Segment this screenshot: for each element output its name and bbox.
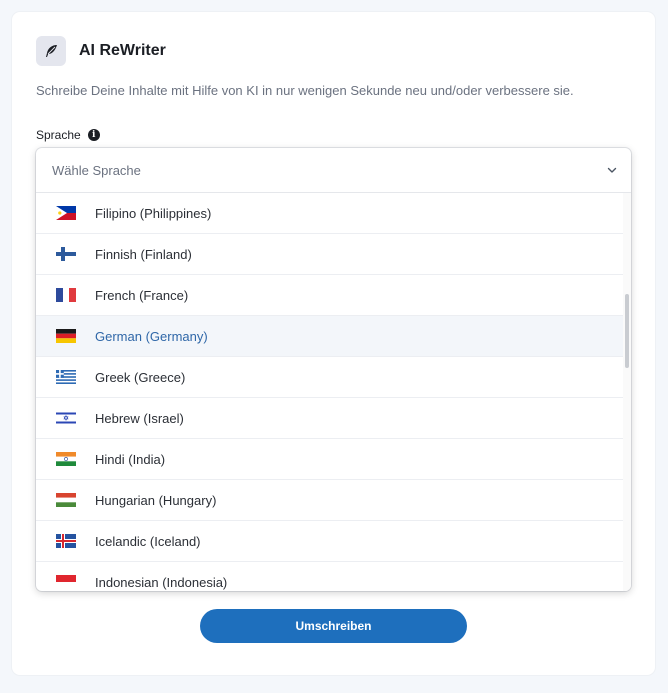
- hungary-flag-icon: [56, 493, 76, 507]
- germany-flag-icon: [56, 329, 76, 343]
- option-german[interactable]: German (Germany): [36, 316, 631, 357]
- option-hungarian[interactable]: Hungarian (Hungary): [36, 480, 631, 521]
- quill-icon: [36, 36, 66, 66]
- option-label: Icelandic (Iceland): [95, 533, 201, 549]
- philippines-flag-icon: [56, 206, 76, 220]
- indonesia-flag-icon: [56, 575, 76, 589]
- option-indonesian[interactable]: Indonesian (Indonesia): [36, 562, 631, 591]
- info-icon[interactable]: i: [87, 129, 100, 141]
- language-field-label: Sprache i: [36, 128, 100, 142]
- language-options-list[interactable]: Filipino (Philippines) Finnish (Finland)…: [36, 193, 631, 591]
- option-filipino[interactable]: Filipino (Philippines): [36, 193, 631, 234]
- options-scrollbar-thumb[interactable]: [625, 294, 629, 368]
- chevron-down-icon[interactable]: [605, 163, 619, 177]
- app-title: AI ReWriter: [79, 42, 166, 59]
- language-label-text: Sprache: [36, 128, 81, 142]
- option-icelandic[interactable]: Icelandic (Iceland): [36, 521, 631, 562]
- option-label: Greek (Greece): [95, 369, 186, 385]
- option-label: Hungarian (Hungary): [95, 492, 217, 508]
- greece-flag-icon: [56, 370, 76, 384]
- app-subtitle: Schreibe Deine Inhalte mit Hilfe von KI …: [36, 83, 574, 98]
- option-greek[interactable]: Greek (Greece): [36, 357, 631, 398]
- language-select[interactable]: Wähle Sprache Filipino (Philippines) Fin…: [36, 148, 631, 591]
- option-french[interactable]: French (France): [36, 275, 631, 316]
- option-label: German (Germany): [95, 328, 208, 344]
- option-label: French (France): [95, 287, 189, 303]
- option-hebrew[interactable]: Hebrew (Israel): [36, 398, 631, 439]
- france-flag-icon: [56, 288, 76, 302]
- option-label: Finnish (Finland): [95, 246, 192, 262]
- option-hindi[interactable]: Hindi (India): [36, 439, 631, 480]
- option-label: Filipino (Philippines): [95, 205, 212, 221]
- option-finnish[interactable]: Finnish (Finland): [36, 234, 631, 275]
- language-select-trigger[interactable]: Wähle Sprache: [36, 148, 631, 193]
- rewrite-button[interactable]: Umschreiben: [200, 609, 467, 643]
- option-label: Hindi (India): [95, 451, 166, 467]
- iceland-flag-icon: [56, 534, 76, 548]
- israel-flag-icon: [56, 411, 76, 425]
- language-select-placeholder: Wähle Sprache: [52, 162, 141, 178]
- option-label: Indonesian (Indonesia): [95, 574, 228, 590]
- option-label: Hebrew (Israel): [95, 410, 184, 426]
- header: AI ReWriter: [36, 36, 166, 66]
- india-flag-icon: [56, 452, 76, 466]
- rewriter-card: AI ReWriter Schreibe Deine Inhalte mit H…: [12, 12, 655, 675]
- finland-flag-icon: [56, 247, 76, 261]
- options-scrollbar[interactable]: [623, 193, 631, 591]
